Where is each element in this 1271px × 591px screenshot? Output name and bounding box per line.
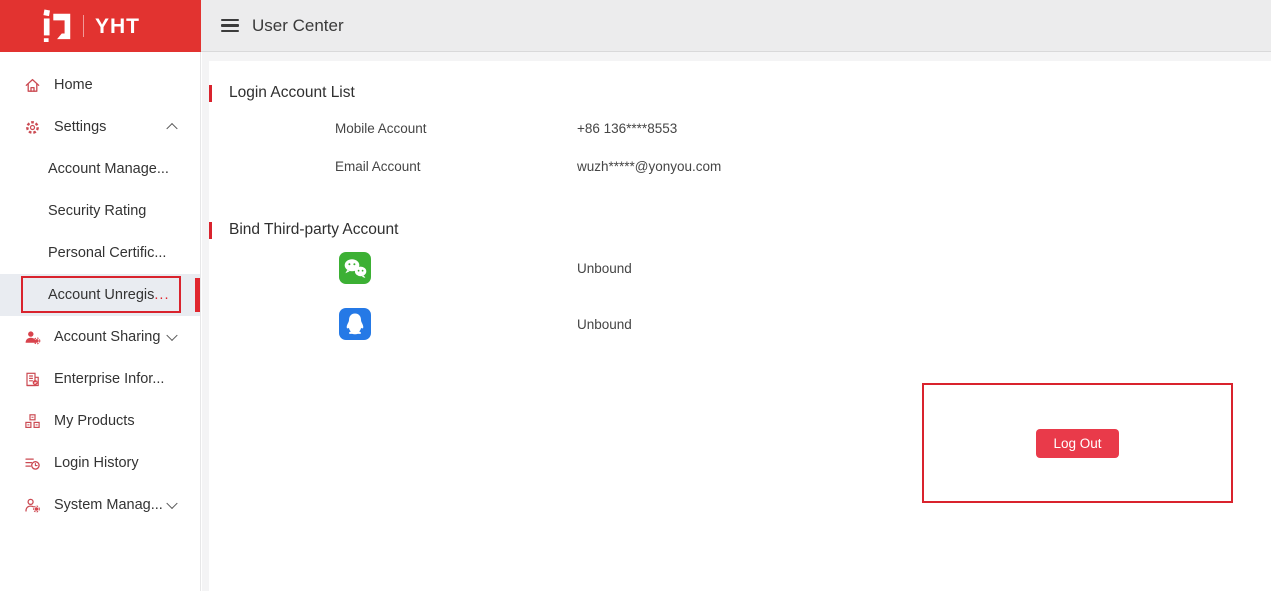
sidebar-item-label: Security Rating bbox=[48, 203, 146, 219]
sidebar-item-label: Home bbox=[54, 77, 93, 93]
sidebar-item-label: Personal Certific... bbox=[48, 245, 166, 261]
sidebar-item-security-rating[interactable]: Security Rating bbox=[0, 190, 200, 232]
section-title: Bind Third-party Account bbox=[229, 221, 398, 239]
login-history-icon bbox=[24, 455, 41, 472]
settings-icon bbox=[24, 119, 41, 136]
mobile-account-value: +86 136****8553 bbox=[577, 121, 677, 136]
annotation-box-logout: Log Out bbox=[922, 383, 1233, 503]
system-management-icon bbox=[24, 497, 41, 514]
sidebar-item-account-unregister[interactable]: Account Unregis... bbox=[0, 274, 200, 316]
chevron-down-icon[interactable] bbox=[166, 498, 177, 509]
wechat-bind-status: Unbound bbox=[577, 261, 632, 276]
sidebar-item-settings[interactable]: Settings bbox=[0, 106, 200, 148]
mobile-account-label: Mobile Account bbox=[335, 121, 427, 136]
sidebar-item-label: Account Unregis bbox=[48, 287, 154, 303]
logout-button[interactable]: Log Out bbox=[1036, 429, 1118, 458]
sidebar-item-my-products[interactable]: My Products bbox=[0, 400, 200, 442]
wechat-icon[interactable] bbox=[339, 252, 371, 284]
menu-toggle-icon[interactable] bbox=[221, 19, 239, 32]
sidebar-item-account-sharing[interactable]: Account Sharing bbox=[0, 316, 200, 358]
sidebar-item-personal-certification[interactable]: Personal Certific... bbox=[0, 232, 200, 274]
sidebar-item-enterprise-information[interactable]: Enterprise Infor... bbox=[0, 358, 200, 400]
sidebar-item-label: System Manag... bbox=[54, 497, 163, 513]
yonyou-logo-icon bbox=[42, 7, 74, 45]
qq-bind-status: Unbound bbox=[577, 317, 632, 332]
sidebar-item-label: Account Sharing bbox=[54, 329, 160, 345]
brand-logo-block: YHT bbox=[0, 0, 201, 52]
sidebar-item-label-ellipsis: ... bbox=[154, 287, 169, 303]
section-header-bind-third-party: Bind Third-party Account bbox=[209, 221, 398, 239]
user-center-page: YHT User Center Home Settings Acc bbox=[0, 0, 1271, 591]
sidebar-item-home[interactable]: Home bbox=[0, 64, 200, 106]
account-sharing-icon bbox=[24, 329, 41, 346]
page-title: User Center bbox=[252, 16, 344, 36]
sidebar-item-label: Enterprise Infor... bbox=[54, 371, 164, 387]
products-icon bbox=[24, 413, 41, 430]
sidebar-item-login-history[interactable]: Login History bbox=[0, 442, 200, 484]
section-title: Login Account List bbox=[229, 84, 355, 102]
email-account-value: wuzh*****@yonyou.com bbox=[577, 159, 721, 174]
brand-name: YHT bbox=[95, 16, 140, 37]
chevron-down-icon[interactable] bbox=[166, 330, 177, 341]
sidebar-item-account-management[interactable]: Account Manage... bbox=[0, 148, 200, 190]
section-header-login-account-list: Login Account List bbox=[209, 84, 355, 102]
chevron-up-icon[interactable] bbox=[166, 123, 177, 134]
content-area: Login Account List Mobile Account +86 13… bbox=[202, 52, 1271, 591]
enterprise-icon bbox=[24, 371, 41, 388]
section-accent-bar bbox=[209, 85, 212, 102]
sidebar-item-label: Account Manage... bbox=[48, 161, 169, 177]
email-account-label: Email Account bbox=[335, 159, 421, 174]
sidebar-item-system-management[interactable]: System Manag... bbox=[0, 484, 200, 526]
qq-icon[interactable] bbox=[339, 308, 371, 340]
sidebar-item-label: Settings bbox=[54, 119, 106, 135]
home-icon bbox=[24, 77, 41, 94]
active-item-indicator bbox=[195, 278, 200, 312]
content-card: Login Account List Mobile Account +86 13… bbox=[209, 61, 1271, 591]
topbar: User Center bbox=[201, 0, 1271, 52]
logo-divider bbox=[83, 15, 84, 37]
section-accent-bar bbox=[209, 222, 212, 239]
sidebar-item-label: Login History bbox=[54, 455, 139, 471]
sidebar: Home Settings Account Manage... Security… bbox=[0, 52, 201, 591]
sidebar-item-label: My Products bbox=[54, 413, 135, 429]
